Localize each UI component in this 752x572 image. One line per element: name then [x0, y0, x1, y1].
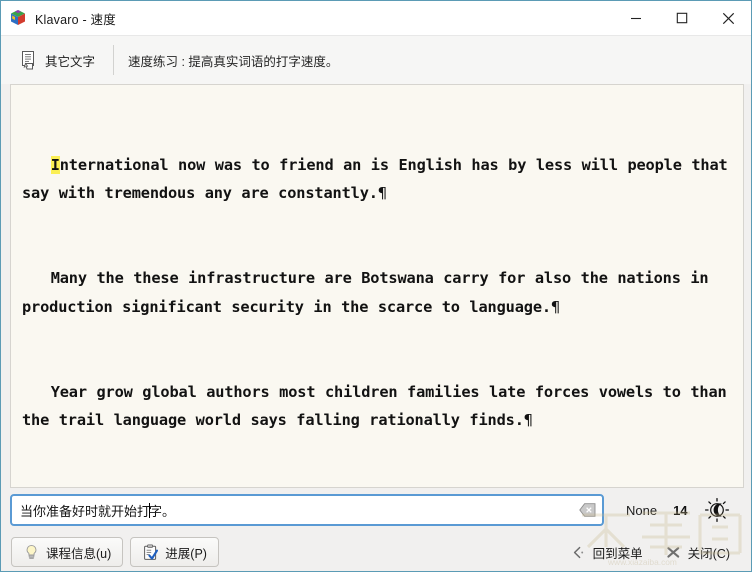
exercise-paragraph: Year grow global authors most children f… — [22, 378, 732, 435]
window-title: Klavaro - 速度 — [35, 12, 116, 27]
status-counter: 14 — [673, 502, 688, 518]
close-dialog-button[interactable]: 关闭(C) — [654, 537, 741, 567]
back-to-menu-label: 回到菜单 — [592, 546, 643, 561]
paragraph-text: Year grow global authors most children f… — [22, 383, 737, 430]
progress-label: 进展(P) — [165, 546, 207, 561]
maximize-icon — [676, 12, 688, 24]
highlight-char: I — [50, 155, 60, 174]
other-text-button[interactable]: 其它文字 — [15, 44, 103, 76]
status-group: None 14 — [626, 503, 688, 518]
input-row: 当你准备好时就开始打字。 None 14 — [10, 493, 744, 527]
course-info-label: 课程信息(u) — [46, 546, 112, 561]
close-x-icon — [666, 546, 679, 558]
klavaro-cube-icon — [11, 10, 25, 25]
document-pages-icon — [22, 51, 34, 70]
minimize-button[interactable] — [613, 1, 659, 36]
paragraph-text: Many the these infrastructure are Botswa… — [22, 269, 719, 316]
exercise-paragraph: Many the these infrastructure are Botswa… — [22, 264, 732, 321]
lightbulb-icon — [26, 544, 37, 559]
brightness-sun-moon-icon[interactable] — [704, 497, 730, 523]
close-button[interactable] — [705, 1, 751, 36]
typing-input-value: 当你准备好时就开始打字。 — [20, 501, 175, 520]
paragraph-indent — [22, 156, 51, 174]
toolbar: 其它文字 速度练习 : 提高真实词语的打字速度。 — [1, 36, 751, 84]
course-info-button[interactable]: 课程信息(u) — [11, 537, 124, 567]
window-controls — [613, 1, 751, 36]
close-dialog-label: 关闭(C) — [687, 546, 730, 561]
typing-input[interactable]: 当你准备好时就开始打字。 — [10, 494, 604, 526]
exercise-description: 速度练习 : 提高真实词语的打字速度。 — [128, 54, 339, 69]
pilcrow-mark: ¶ — [377, 184, 387, 203]
close-icon — [722, 12, 734, 24]
clipboard-check-icon — [144, 543, 159, 560]
klavaro-window: Klavaro - 速度 其它文字 速度练习: 提高真实词语的打字速度。 In… — [0, 0, 752, 572]
exercise-text-area[interactable]: International now was to friend an is En… — [10, 84, 744, 488]
bottom-bar: 课程信息(u) 进展(P) 回到菜单 关闭(C) — [1, 532, 751, 571]
exercise-text-body: International now was to friend an is En… — [11, 85, 743, 487]
toolbar-separator — [113, 45, 115, 75]
exercise-paragraph: International now was to friend an is En… — [22, 151, 732, 208]
minimize-icon — [631, 17, 641, 20]
back-to-menu-button[interactable]: 回到菜单 — [559, 537, 654, 567]
pilcrow-mark: ¶ — [523, 411, 533, 430]
clear-backspace-icon[interactable] — [579, 503, 596, 518]
titlebar: Klavaro - 速度 — [1, 1, 751, 36]
pilcrow-mark: ¶ — [550, 297, 561, 316]
status-mode-label: None — [626, 502, 658, 518]
typed-text-before-caret: 当你准备好时就开始打 — [20, 503, 151, 519]
other-text-label: 其它文字 — [45, 54, 96, 69]
maximize-button[interactable] — [659, 1, 705, 36]
back-arrow-icon — [573, 546, 583, 558]
progress-button[interactable]: 进展(P) — [130, 537, 219, 567]
typed-text-after-caret: 字。 — [149, 503, 176, 519]
